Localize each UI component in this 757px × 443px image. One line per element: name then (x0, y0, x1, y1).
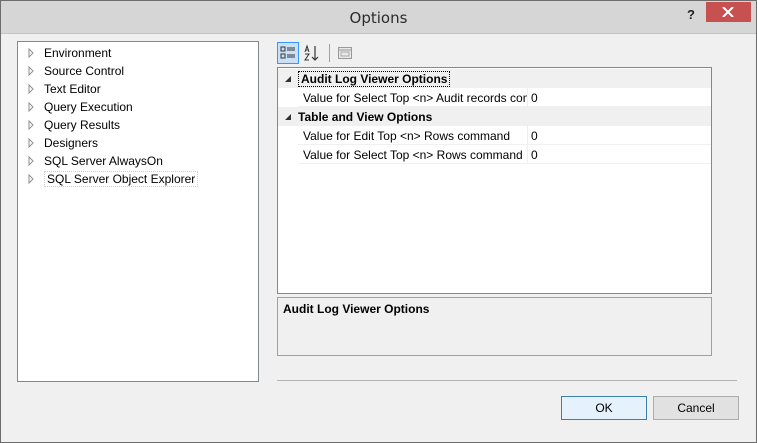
property-name: Value for Edit Top <n> Rows command (303, 128, 510, 143)
expand-arrow-icon[interactable] (26, 120, 36, 130)
expand-arrow-icon[interactable] (26, 138, 36, 148)
description-pane: Audit Log Viewer Options (277, 297, 712, 356)
help-button[interactable]: ? (680, 5, 702, 25)
tree-item-sql-server-object-explorer[interactable]: SQL Server Object Explorer (26, 170, 199, 188)
expand-arrow-icon[interactable] (26, 48, 36, 58)
column-divider (527, 126, 528, 145)
property-row[interactable]: Value for Select Top <n> Rows command 0 (278, 145, 711, 164)
property-row[interactable]: Value for Select Top <n> Audit records c… (278, 88, 711, 107)
tree-item-query-execution[interactable]: Query Execution (26, 98, 133, 116)
options-dialog: Options ? Environment Source Control Tex… (0, 0, 757, 443)
tree-item-label: SQL Server Object Explorer (44, 171, 199, 187)
property-value[interactable]: 0 (531, 91, 538, 105)
category-label: Table and View Options (298, 109, 433, 124)
property-grid-toolbar (277, 41, 358, 65)
categorized-icon (280, 46, 295, 59)
footer-divider (277, 380, 737, 381)
close-icon (722, 7, 734, 17)
expand-arrow-icon[interactable] (26, 102, 36, 112)
tree-item-environment[interactable]: Environment (26, 44, 111, 62)
ok-button[interactable]: OK (561, 396, 647, 420)
property-name: Value for Select Top <n> Audit records c… (303, 90, 528, 105)
tree-item-source-control[interactable]: Source Control (26, 62, 124, 80)
property-value[interactable]: 0 (531, 148, 538, 162)
categorized-button[interactable] (277, 42, 299, 64)
property-row[interactable]: Value for Edit Top <n> Rows command 0 (278, 126, 711, 145)
tree-item-designers[interactable]: Designers (26, 134, 98, 152)
property-value[interactable]: 0 (531, 129, 538, 143)
window-title: Options (349, 9, 408, 27)
close-button[interactable] (706, 2, 751, 22)
options-tree[interactable]: Environment Source Control Text Editor Q… (17, 41, 259, 382)
column-divider (527, 88, 528, 107)
cancel-button[interactable]: Cancel (653, 396, 739, 420)
row-divider (298, 163, 711, 164)
property-pages-icon (338, 47, 352, 59)
collapse-arrow-icon[interactable] (278, 113, 298, 121)
tree-item-label: Query Execution (44, 100, 133, 114)
title-bar[interactable]: Options ? (1, 1, 756, 34)
alphabetical-icon (304, 44, 319, 61)
expand-arrow-icon[interactable] (26, 66, 36, 76)
tree-item-sql-server-alwayson[interactable]: SQL Server AlwaysOn (26, 152, 163, 170)
tree-item-label: Source Control (44, 64, 125, 78)
tree-item-text-editor[interactable]: Text Editor (26, 80, 101, 98)
description-title: Audit Log Viewer Options (283, 302, 430, 316)
category-audit-log-viewer-options[interactable]: Audit Log Viewer Options (278, 69, 711, 88)
category-label: Audit Log Viewer Options (298, 70, 451, 87)
tree-item-query-results[interactable]: Query Results (26, 116, 120, 134)
property-name: Value for Select Top <n> Rows command (303, 147, 523, 162)
tree-item-label: Designers (44, 136, 99, 150)
expand-arrow-icon[interactable] (26, 174, 36, 184)
tree-item-label: Query Results (44, 118, 121, 132)
property-pages-button[interactable] (334, 42, 356, 64)
tree-item-label: Text Editor (44, 82, 101, 96)
alphabetical-button[interactable] (301, 42, 323, 64)
collapse-arrow-icon[interactable] (278, 75, 298, 83)
toolbar-separator (329, 44, 330, 62)
expand-arrow-icon[interactable] (26, 84, 36, 94)
column-divider (527, 145, 528, 164)
property-grid[interactable]: Audit Log Viewer Options Value for Selec… (277, 67, 712, 294)
category-table-and-view-options[interactable]: Table and View Options (278, 107, 711, 126)
tree-item-label: SQL Server AlwaysOn (44, 154, 163, 168)
tree-item-label: Environment (44, 46, 112, 60)
expand-arrow-icon[interactable] (26, 156, 36, 166)
